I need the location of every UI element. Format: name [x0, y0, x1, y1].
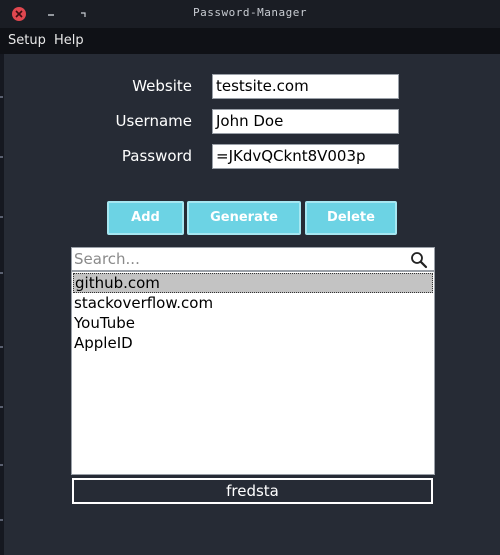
menu-help[interactable]: Help — [54, 33, 84, 48]
password-label: Password — [121, 147, 192, 165]
list-item[interactable]: YouTube — [73, 313, 433, 333]
generate-button[interactable]: Generate — [187, 201, 301, 235]
menu-bar: Setup Help — [0, 28, 500, 54]
search-placeholder: Search... — [74, 250, 140, 268]
list-item[interactable]: AppleID — [73, 333, 433, 353]
username-field[interactable]: John Doe — [212, 109, 399, 134]
list-item[interactable]: github.com — [73, 273, 433, 293]
username-label: Username — [115, 112, 192, 130]
window-title: Password-Manager — [193, 6, 307, 19]
title-bar: Password-Manager — [0, 0, 500, 28]
user-status: fredsta — [72, 478, 433, 504]
website-label: Website — [132, 77, 192, 95]
menu-setup[interactable]: Setup — [8, 33, 46, 48]
entry-list[interactable]: github.com stackoverflow.com YouTube App… — [71, 271, 435, 475]
add-button[interactable]: Add — [107, 201, 184, 235]
delete-button[interactable]: Delete — [305, 201, 397, 235]
website-field[interactable]: testsite.com — [212, 74, 399, 99]
list-item[interactable]: stackoverflow.com — [73, 293, 433, 313]
search-icon[interactable] — [410, 251, 428, 273]
search-input[interactable]: Search... — [71, 247, 435, 271]
password-field[interactable]: =JKdvQCknt8V003p — [212, 144, 399, 169]
